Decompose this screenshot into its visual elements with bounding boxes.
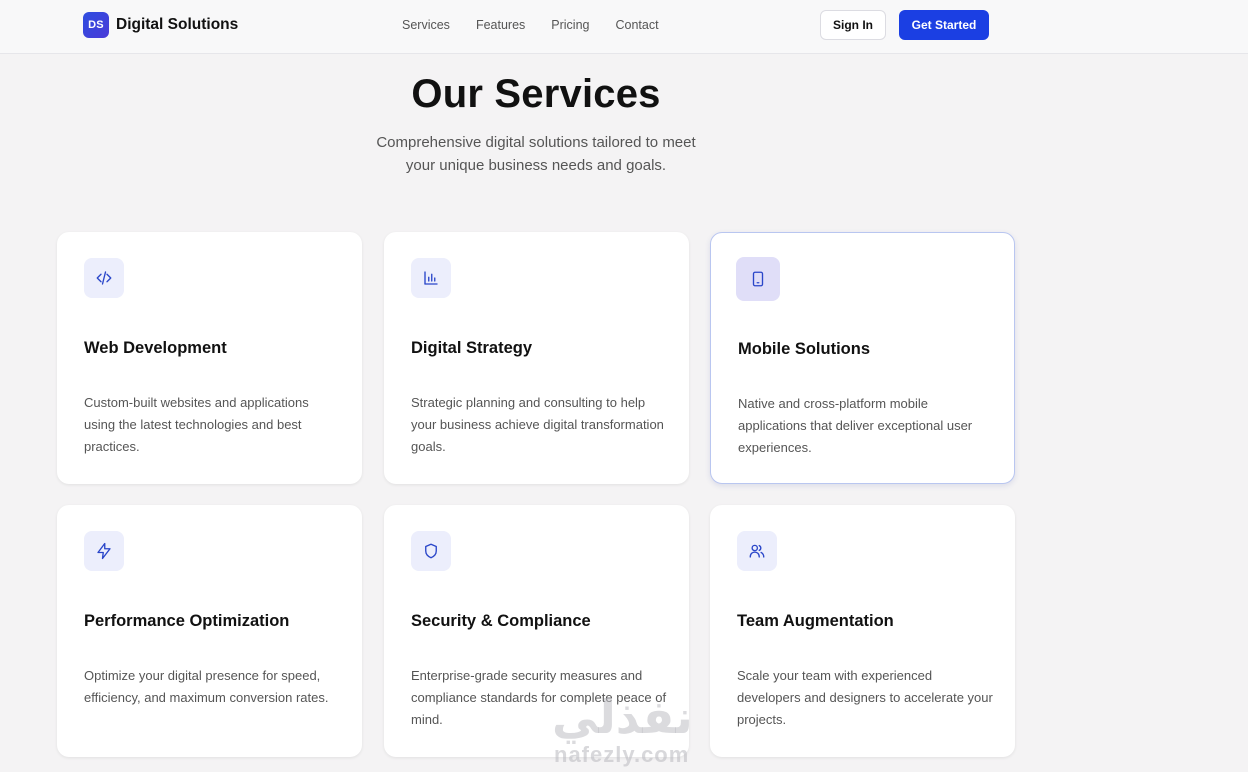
code-icon	[84, 258, 124, 298]
service-description: Strategic planning and consulting to hel…	[411, 395, 664, 454]
service-title: Security & Compliance	[411, 612, 591, 630]
service-description: Scale your team with experienced develop…	[737, 668, 993, 727]
sign-in-button[interactable]: Sign In	[820, 10, 886, 40]
service-title: Web Development	[84, 339, 227, 357]
lightning-icon	[84, 531, 124, 571]
get-started-button[interactable]: Get Started	[899, 10, 989, 40]
shield-icon	[411, 531, 451, 571]
service-card-digital-strategy[interactable]: Digital Strategy Strategic planning and …	[384, 232, 689, 484]
page-subtitle: Comprehensive digital solutions tailored…	[376, 134, 696, 174]
brand-logo: DS	[83, 12, 109, 38]
service-description: Custom-built websites and applications u…	[84, 395, 309, 454]
brand-name: Digital Solutions	[116, 16, 239, 33]
service-card-mobile-solutions[interactable]: Mobile Solutions Native and cross-platfo…	[710, 232, 1015, 484]
service-card-team-augmentation[interactable]: Team Augmentation Scale your team with e…	[710, 505, 1015, 757]
users-icon	[737, 531, 777, 571]
nav-links: Services Features Pricing Contact	[402, 18, 685, 32]
nav-link-services[interactable]: Services	[402, 18, 450, 32]
service-title: Digital Strategy	[411, 339, 533, 357]
nav-link-pricing[interactable]: Pricing	[551, 18, 589, 32]
page-title: Our Services	[411, 72, 661, 116]
nav-link-contact[interactable]: Contact	[616, 18, 659, 32]
service-title: Mobile Solutions	[738, 340, 870, 358]
service-description: Optimize your digital presence for speed…	[84, 668, 329, 705]
service-card-performance-optimization[interactable]: Performance Optimization Optimize your d…	[57, 505, 362, 757]
service-description: Native and cross-platform mobile applica…	[738, 396, 973, 455]
service-card-security-compliance[interactable]: Security & Compliance Enterprise-grade s…	[384, 505, 689, 757]
top-navbar: DS Digital Solutions Services Features P…	[0, 0, 1248, 54]
tablet-icon	[736, 257, 780, 301]
service-title: Performance Optimization	[84, 612, 290, 630]
service-description: Enterprise-grade security measures and c…	[411, 668, 667, 727]
nav-link-features[interactable]: Features	[476, 18, 525, 32]
brand[interactable]: DS Digital Solutions	[83, 12, 238, 38]
bar-chart-icon	[411, 258, 451, 298]
service-card-web-development[interactable]: Web Development Custom-built websites an…	[57, 232, 362, 484]
service-title: Team Augmentation	[737, 612, 894, 630]
